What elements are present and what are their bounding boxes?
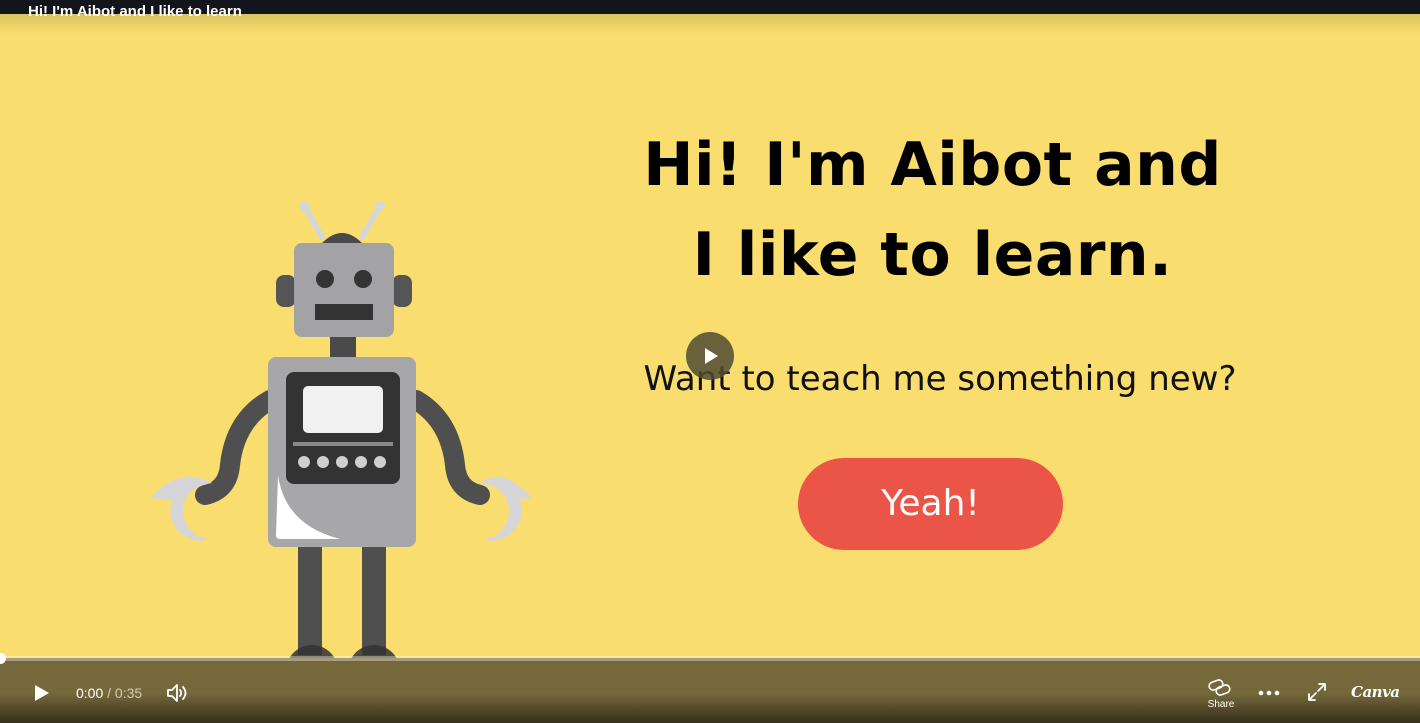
fullscreen-icon [1308, 683, 1326, 701]
robot-antennas [299, 201, 385, 240]
time-duration: 0:35 [114, 685, 143, 701]
video-player[interactable]: Hi! I'm Aibot and I like to learn Hi! I'… [0, 0, 1420, 723]
robot-head [294, 243, 394, 337]
canva-logo[interactable]: Canva [1351, 682, 1400, 702]
yeah-button[interactable]: Yeah! [798, 458, 1063, 550]
progress-bar[interactable] [0, 653, 1420, 664]
volume-button[interactable] [164, 681, 190, 705]
headline-line-2: I like to learn. [692, 220, 1173, 290]
link-icon [1208, 679, 1231, 696]
more-options-button[interactable] [1256, 683, 1282, 703]
fullscreen-button[interactable] [1305, 680, 1329, 704]
robot-illustration [150, 201, 532, 697]
more-horizontal-icon [1258, 690, 1280, 696]
play-icon [35, 685, 49, 701]
headline-line-1: Hi! I'm Aibot and [643, 130, 1222, 200]
share-button[interactable] [1206, 678, 1236, 698]
play-icon [705, 348, 718, 364]
time-current: 0:00 [76, 685, 104, 701]
slide-headline: Hi! I'm Aibot and I like to learn. [600, 120, 1265, 300]
share-label[interactable]: Share [1201, 699, 1241, 711]
video-title: Hi! I'm Aibot and I like to learn [28, 3, 242, 20]
play-button[interactable] [28, 680, 54, 706]
volume-icon [167, 684, 187, 702]
time-display: 0:00 / 0:35 [76, 684, 142, 702]
time-separator: / [103, 685, 115, 701]
center-play-button[interactable] [686, 332, 734, 380]
